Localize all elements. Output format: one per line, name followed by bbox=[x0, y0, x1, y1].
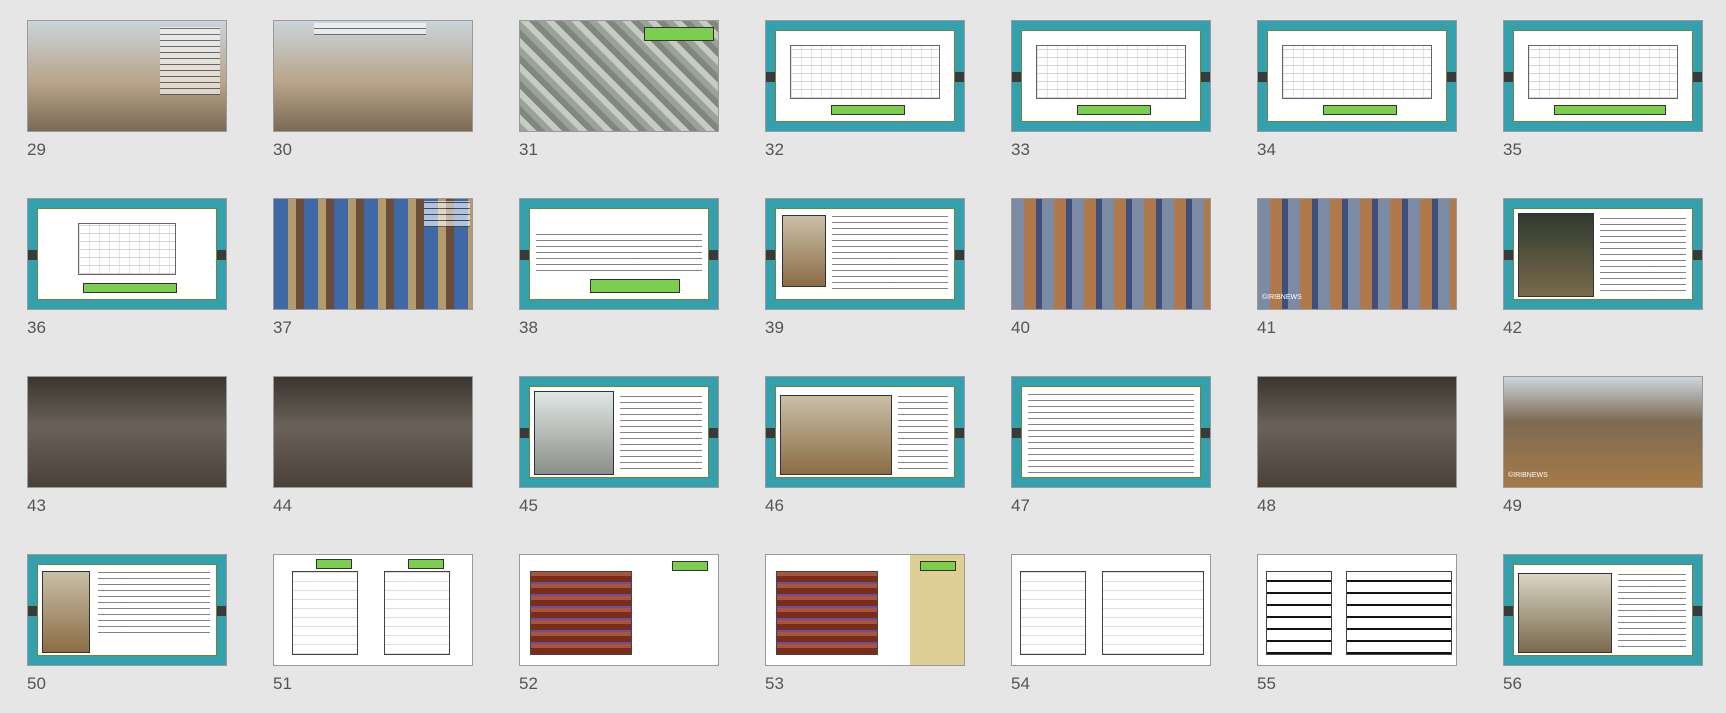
slide-number: 52 bbox=[519, 674, 538, 693]
slide-number: 35 bbox=[1503, 140, 1522, 159]
slide-number: 49 bbox=[1503, 496, 1522, 515]
slide-thumbnail[interactable] bbox=[1011, 554, 1211, 666]
slide-34[interactable]: 34 bbox=[1257, 20, 1457, 159]
slide-number: 39 bbox=[765, 318, 784, 337]
slide-number: 46 bbox=[765, 496, 784, 515]
slide-number: 37 bbox=[273, 318, 292, 337]
slide-40[interactable]: 40 bbox=[1011, 198, 1211, 337]
slide-number: 32 bbox=[765, 140, 784, 159]
slide-number: 44 bbox=[273, 496, 292, 515]
slide-54[interactable]: 54 bbox=[1011, 554, 1211, 693]
slide-number: 43 bbox=[27, 496, 46, 515]
slide-thumbnail[interactable] bbox=[273, 376, 473, 488]
slide-31[interactable]: 31 bbox=[519, 20, 719, 159]
slide-32[interactable]: 32 bbox=[765, 20, 965, 159]
slide-number: 48 bbox=[1257, 496, 1276, 515]
slide-number: 54 bbox=[1011, 674, 1030, 693]
slide-55[interactable]: 55 bbox=[1257, 554, 1457, 693]
slide-number: 55 bbox=[1257, 674, 1276, 693]
slide-number: 50 bbox=[27, 674, 46, 693]
slide-42[interactable]: 42 bbox=[1503, 198, 1703, 337]
slide-thumbnail[interactable] bbox=[1011, 198, 1211, 310]
slide-thumbnail[interactable] bbox=[1257, 376, 1457, 488]
slide-thumbnail[interactable] bbox=[273, 554, 473, 666]
slide-thumbnail[interactable] bbox=[765, 198, 965, 310]
slide-thumbnail[interactable] bbox=[519, 198, 719, 310]
watermark: ©IRIBNEWS bbox=[1262, 294, 1302, 301]
slide-44[interactable]: 44 bbox=[273, 376, 473, 515]
slide-thumbnail[interactable] bbox=[765, 20, 965, 132]
slide-number: 51 bbox=[273, 674, 292, 693]
slide-thumbnail[interactable] bbox=[1011, 376, 1211, 488]
slide-number: 42 bbox=[1503, 318, 1522, 337]
slide-thumbnail[interactable]: ©IRIBNEWS bbox=[1257, 198, 1457, 310]
slide-38[interactable]: 38 bbox=[519, 198, 719, 337]
slide-36[interactable]: 36 bbox=[27, 198, 227, 337]
slide-29[interactable]: 29 bbox=[27, 20, 227, 159]
slide-number: 53 bbox=[765, 674, 784, 693]
slide-number: 40 bbox=[1011, 318, 1030, 337]
slide-thumbnail[interactable] bbox=[765, 376, 965, 488]
slide-48[interactable]: 48 bbox=[1257, 376, 1457, 515]
watermark: ©IRIBNEWS bbox=[1508, 472, 1548, 479]
slide-45[interactable]: 45 bbox=[519, 376, 719, 515]
slide-thumbnail[interactable] bbox=[765, 554, 965, 666]
slide-thumbnail[interactable] bbox=[1257, 554, 1457, 666]
slide-56[interactable]: 56 bbox=[1503, 554, 1703, 693]
slide-thumbnail[interactable] bbox=[273, 198, 473, 310]
slide-number: 33 bbox=[1011, 140, 1030, 159]
slide-thumbnail[interactable] bbox=[27, 20, 227, 132]
slide-thumbnail[interactable] bbox=[1503, 20, 1703, 132]
slide-thumbnail[interactable] bbox=[1257, 20, 1457, 132]
slide-37[interactable]: 37 bbox=[273, 198, 473, 337]
slide-thumbnail[interactable] bbox=[1503, 198, 1703, 310]
slide-41[interactable]: ©IRIBNEWS 41 bbox=[1257, 198, 1457, 337]
slide-43[interactable]: 43 bbox=[27, 376, 227, 515]
slide-thumbnail[interactable] bbox=[1011, 20, 1211, 132]
slide-46[interactable]: 46 bbox=[765, 376, 965, 515]
slide-number: 38 bbox=[519, 318, 538, 337]
slide-number: 56 bbox=[1503, 674, 1522, 693]
slide-35[interactable]: 35 bbox=[1503, 20, 1703, 159]
slide-thumbnail[interactable]: ©IRIBNEWS bbox=[1503, 376, 1703, 488]
slide-39[interactable]: 39 bbox=[765, 198, 965, 337]
slide-number: 45 bbox=[519, 496, 538, 515]
slide-number: 31 bbox=[519, 140, 538, 159]
slide-52[interactable]: 52 bbox=[519, 554, 719, 693]
slide-thumbnail[interactable] bbox=[519, 20, 719, 132]
slide-thumbnail[interactable] bbox=[1503, 554, 1703, 666]
slide-thumbnail[interactable] bbox=[519, 554, 719, 666]
slide-number: 34 bbox=[1257, 140, 1276, 159]
slide-49[interactable]: ©IRIBNEWS 49 bbox=[1503, 376, 1703, 515]
slide-47[interactable]: 47 bbox=[1011, 376, 1211, 515]
slide-thumbnail[interactable] bbox=[273, 20, 473, 132]
slide-number: 29 bbox=[27, 140, 46, 159]
slide-51[interactable]: 51 bbox=[273, 554, 473, 693]
slide-50[interactable]: 50 bbox=[27, 554, 227, 693]
slide-number: 47 bbox=[1011, 496, 1030, 515]
slide-thumbnail[interactable] bbox=[27, 554, 227, 666]
slide-thumbnail[interactable] bbox=[27, 376, 227, 488]
slide-30[interactable]: 30 bbox=[273, 20, 473, 159]
slide-number: 41 bbox=[1257, 318, 1276, 337]
slide-thumbnail[interactable] bbox=[27, 198, 227, 310]
slide-number: 30 bbox=[273, 140, 292, 159]
slide-number: 36 bbox=[27, 318, 46, 337]
slide-53[interactable]: 53 bbox=[765, 554, 965, 693]
slide-33[interactable]: 33 bbox=[1011, 20, 1211, 159]
slide-sorter-grid: 29 30 31 32 33 34 35 36 37 38 39 40 ©IRI… bbox=[0, 0, 1726, 713]
slide-thumbnail[interactable] bbox=[519, 376, 719, 488]
